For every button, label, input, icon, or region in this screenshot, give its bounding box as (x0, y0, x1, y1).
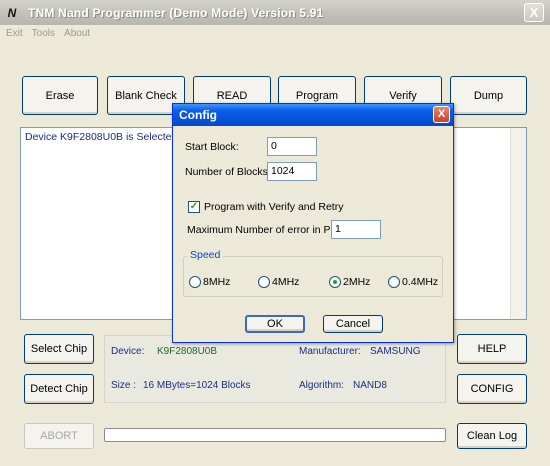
manufacturer-value: SAMSUNG (370, 346, 421, 357)
size-label: Size : (111, 380, 137, 391)
log-scrollbar[interactable] (510, 128, 526, 319)
device-value: K9F2808U0B (157, 346, 218, 357)
verify-retry-label: Program with Verify and Retry (204, 201, 344, 213)
cancel-button[interactable]: Cancel (323, 315, 383, 333)
start-block-input[interactable]: 0 (267, 137, 317, 156)
window-title: TNM Nand Programmer (Demo Mode) Version … (28, 5, 324, 20)
menu-tools[interactable]: Tools (32, 28, 55, 39)
help-button[interactable]: HELP (457, 334, 527, 364)
title-bar: N TNM Nand Programmer (Demo Mode) Versio… (0, 0, 550, 25)
max-errors-input[interactable]: 1 (331, 220, 381, 239)
speed-04mhz-label: 0.4MHz (402, 276, 439, 288)
app-icon: N (7, 5, 17, 20)
max-errors-label: Maximum Number of error in Page: (187, 224, 351, 236)
progress-bar (104, 428, 446, 442)
clean-log-button[interactable]: Clean Log (457, 423, 527, 449)
speed-4mhz-label: 4MHz (272, 276, 300, 288)
config-button[interactable]: CONFIG (457, 374, 527, 404)
start-block-label: Start Block: (185, 141, 239, 153)
number-of-blocks-label: Number of Blocks: (185, 166, 271, 178)
window-close-button[interactable]: X (524, 3, 544, 22)
size-value: 16 MBytes=1024 Blocks (143, 380, 251, 391)
erase-button[interactable]: Erase (22, 76, 98, 115)
main-window: N TNM Nand Programmer (Demo Mode) Versio… (0, 0, 550, 466)
algorithm-label: Algorithm: (299, 380, 345, 391)
speed-group-title: Speed (187, 249, 224, 261)
menu-exit[interactable]: Exit (6, 28, 23, 39)
speed-2mhz-radio[interactable] (329, 276, 341, 288)
ok-button[interactable]: OK (245, 315, 305, 333)
detect-chip-button[interactable]: Detect Chip (24, 374, 94, 404)
menu-about[interactable]: About (64, 28, 90, 39)
config-dialog: Config X Start Block: 0 Number of Blocks… (172, 103, 454, 343)
speed-8mhz-label: 8MHz (203, 276, 231, 288)
dump-button[interactable]: Dump (450, 76, 527, 115)
dialog-title-bar: Config X (173, 104, 453, 126)
speed-04mhz-radio[interactable] (388, 276, 400, 288)
abort-button[interactable]: ABORT (24, 423, 94, 449)
number-of-blocks-input[interactable]: 1024 (267, 162, 317, 181)
dialog-close-icon[interactable]: X (433, 106, 450, 123)
menu-bar: Exit Tools About (0, 25, 550, 42)
speed-8mhz-radio[interactable] (189, 276, 201, 288)
device-label: Device: (111, 346, 145, 357)
manufacturer-label: Manufacturer: (299, 346, 361, 357)
select-chip-button[interactable]: Select Chip (24, 334, 94, 364)
speed-2mhz-label: 2MHz (343, 276, 371, 288)
speed-4mhz-radio[interactable] (258, 276, 270, 288)
device-info-panel: Device: K9F2808U0B Manufacturer: SAMSUNG… (104, 335, 446, 403)
verify-retry-checkbox[interactable]: ✓ (188, 201, 200, 213)
dialog-title: Config (179, 108, 217, 122)
algorithm-value: NAND8 (353, 380, 387, 391)
